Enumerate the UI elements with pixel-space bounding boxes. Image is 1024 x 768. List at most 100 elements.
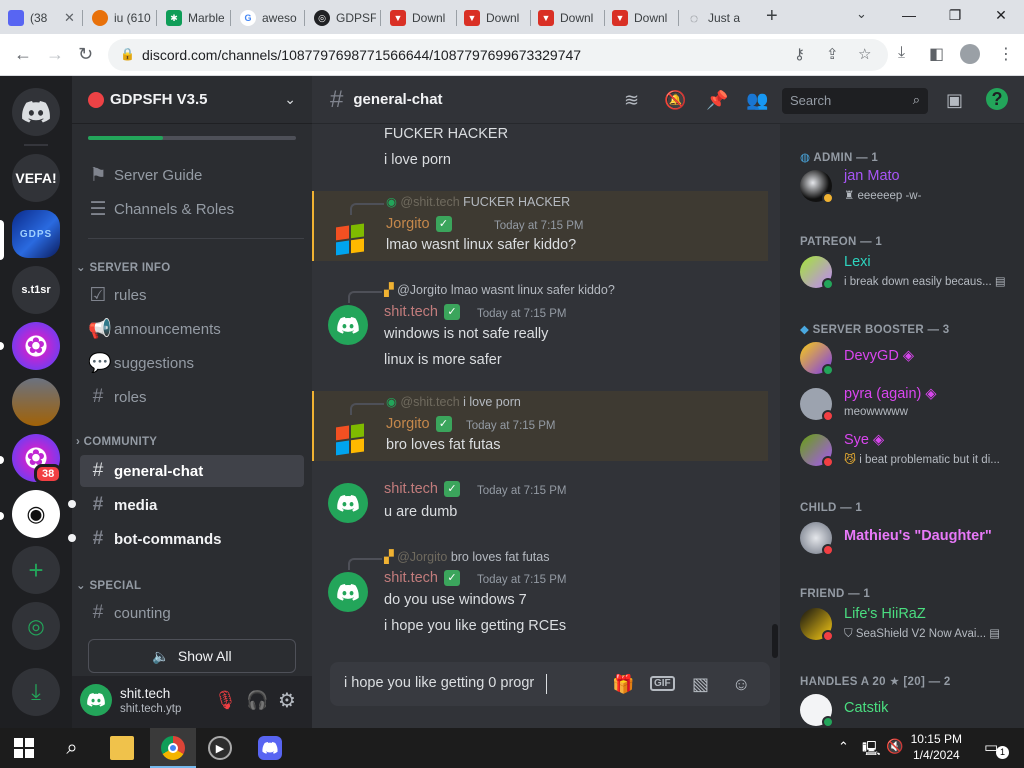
media-player-icon[interactable]: ▶ — [208, 736, 232, 760]
message-item[interactable]: ◉ @shit.tech FUCKER HACKER Jorgito ✓ Toda… — [312, 191, 768, 261]
message-item[interactable]: ▞ @Jorgito lmao wasnt linux safer kiddo?… — [312, 279, 768, 369]
scrollbar-thumb[interactable] — [772, 624, 778, 658]
explore-servers-button[interactable]: ◎ — [12, 602, 60, 650]
sticker-icon[interactable]: ▧ — [692, 674, 709, 695]
message-item[interactable]: ◉ @shit.tech i love porn Jorgito ✓ Today … — [312, 391, 768, 461]
message-item[interactable]: ▞ @Jorgito bro loves fat futas shit.tech… — [312, 546, 768, 641]
gif-icon[interactable]: GIF — [650, 676, 675, 691]
message-author[interactable]: shit.tech ✓ — [384, 570, 460, 587]
member-item[interactable]: jan Mato ♜ eeeeeep -w- — [800, 164, 1024, 208]
windows-logo-avatar[interactable] — [330, 417, 370, 457]
message-composer[interactable]: i hope you like getting 0 progr 🎁 GIF ▧ … — [330, 662, 770, 706]
address-bar[interactable]: 🔒 discord.com/channels/10877976987715666… — [108, 39, 888, 71]
message-avatar[interactable] — [328, 572, 368, 612]
message-input-text[interactable]: i hope you like getting 0 progr — [344, 675, 534, 691]
headphones-icon[interactable]: 🎧 — [246, 690, 268, 711]
channel-roles[interactable]: # roles — [80, 381, 304, 413]
message-avatar[interactable] — [328, 305, 368, 345]
tab-search-icon[interactable]: ⌄ — [856, 6, 867, 22]
system-clock[interactable]: 10:15 PM 1/4/2024 — [911, 731, 962, 763]
browser-tab[interactable]: ▼ Downl — [464, 4, 526, 32]
browser-tab[interactable]: ▼ Downl — [390, 4, 452, 32]
browser-tab[interactable]: (38 ✕ — [8, 4, 75, 32]
reply-preview[interactable]: ▞ @Jorgito bro loves fat futas — [384, 549, 549, 564]
file-explorer-icon[interactable] — [110, 736, 134, 760]
category-server-info[interactable]: ⌄ SERVER INFO — [76, 260, 171, 274]
channel-channels-roles[interactable]: ☰ Channels & Roles — [80, 193, 304, 225]
tray-chevron-icon[interactable]: ⌃ — [838, 739, 849, 755]
message-author[interactable]: shit.tech ✓ — [384, 304, 460, 321]
channel-counting[interactable]: # counting — [80, 597, 304, 629]
browser-tab[interactable]: ◌ Just a — [686, 4, 752, 32]
server-header[interactable]: GDPSFH V3.5 ⌄ — [72, 76, 312, 124]
channel-general-chat[interactable]: # general-chat — [80, 455, 304, 487]
user-avatar[interactable] — [80, 684, 112, 716]
download-icon[interactable]: ⤓ — [898, 44, 905, 62]
browser-tab[interactable]: ✱ Marble — [166, 4, 224, 32]
threads-icon[interactable]: ≋ — [624, 90, 639, 111]
volume-muted-icon[interactable]: 🔇 — [886, 738, 903, 755]
member-list-icon[interactable]: 👥 — [746, 90, 768, 111]
member-item[interactable]: Catstik — [800, 688, 1024, 728]
browser-menu-icon[interactable]: ⋮ — [998, 44, 1014, 64]
channel-server-guide[interactable]: ⚑ Server Guide — [80, 159, 304, 191]
member-item[interactable]: Mathieu's "Daughter" — [800, 516, 1024, 560]
channel-suggestions[interactable]: 💬 suggestions — [80, 347, 304, 379]
channel-media[interactable]: # media — [80, 489, 304, 521]
browser-tab[interactable]: ▼ Downl — [612, 4, 674, 32]
minimize-button[interactable]: — — [886, 0, 932, 30]
emoji-icon[interactable]: ☺ — [732, 674, 750, 695]
member-item[interactable]: Sye ◈ 😼 i beat problematic but it di... — [800, 428, 1024, 472]
lock-icon[interactable]: 🔒 — [120, 47, 135, 61]
member-item[interactable]: DevyGD ◈ — [800, 336, 1024, 380]
browser-tab[interactable]: G aweso — [240, 4, 298, 32]
server-icon-cat[interactable]: ◉ — [12, 490, 60, 538]
direct-messages-button[interactable] — [12, 88, 60, 136]
member-item[interactable]: Lexi i break down easily becaus... ▤ — [800, 250, 1024, 294]
network-icon[interactable]: 🖳 — [862, 738, 881, 762]
bookmark-star-icon[interactable]: ☆ — [858, 45, 871, 63]
channel-rules[interactable]: ☑ rules — [80, 279, 304, 311]
server-icon-gdpsfh[interactable]: GDPS — [12, 210, 60, 258]
settings-gear-icon[interactable]: ⚙ — [278, 688, 296, 713]
reply-preview[interactable]: ▞ @Jorgito lmao wasnt linux safer kiddo? — [384, 282, 615, 297]
message-author[interactable]: shit.tech ✓ — [384, 481, 460, 498]
download-apps-button[interactable]: ⤓ — [12, 668, 60, 716]
help-icon[interactable]: ? — [986, 88, 1008, 110]
message-item[interactable]: shit.tech ✓ Today at 7:15 PM u are dumb — [312, 479, 768, 529]
browser-tab[interactable]: ◎ GDPSF — [314, 4, 376, 32]
url-text[interactable]: discord.com/channels/1087797698771566644… — [142, 47, 581, 63]
start-button[interactable] — [12, 736, 36, 760]
server-icon-avatar[interactable] — [12, 378, 60, 426]
browser-tab[interactable]: ▼ Downl — [538, 4, 600, 32]
channel-announcements[interactable]: 📢 announcements — [80, 313, 304, 345]
server-icon-vefa[interactable]: VEFA! — [12, 154, 60, 202]
windows-logo-avatar[interactable] — [330, 217, 370, 257]
member-item[interactable]: Life's HiiRaZ ⛉ SeaShield V2 Now Avai...… — [800, 602, 1024, 646]
key-icon[interactable]: ⚷ — [794, 45, 805, 63]
category-community[interactable]: › COMMUNITY — [76, 436, 157, 448]
search-input[interactable]: Search ⌕ — [782, 88, 928, 114]
reload-button[interactable]: ↻ — [78, 44, 93, 65]
server-icon-st1sr[interactable]: s.t1sr — [12, 266, 60, 314]
restore-button[interactable]: ❐ — [932, 0, 978, 30]
mic-muted-icon[interactable]: 🎙 — [214, 690, 237, 711]
forward-button[interactable]: → — [46, 44, 64, 65]
message-author[interactable]: Jorgito ✓ — [386, 416, 452, 433]
notification-bell-muted-icon[interactable]: 🔕 — [664, 90, 686, 111]
category-special[interactable]: ⌄ SPECIAL — [76, 578, 141, 592]
gift-icon[interactable]: 🎁 — [612, 674, 634, 695]
search-icon[interactable]: ⌕ — [60, 736, 84, 760]
profile-avatar[interactable] — [960, 44, 980, 64]
message-avatar[interactable] — [328, 483, 368, 523]
pinned-messages-icon[interactable]: 📌 — [706, 90, 728, 111]
add-server-button[interactable]: + — [12, 546, 60, 594]
discord-taskbar-icon[interactable] — [258, 736, 282, 760]
close-window-button[interactable]: ✕ — [978, 0, 1024, 30]
message-author[interactable]: Jorgito ✓ — [386, 216, 452, 233]
inbox-icon[interactable]: ▣ — [946, 90, 963, 111]
share-icon[interactable]: ⇪ — [826, 45, 839, 63]
server-icon-film[interactable]: ✿ — [12, 322, 60, 370]
username[interactable]: shit.tech — [120, 686, 170, 701]
reply-preview[interactable]: ◉ @shit.tech i love porn — [386, 394, 521, 409]
